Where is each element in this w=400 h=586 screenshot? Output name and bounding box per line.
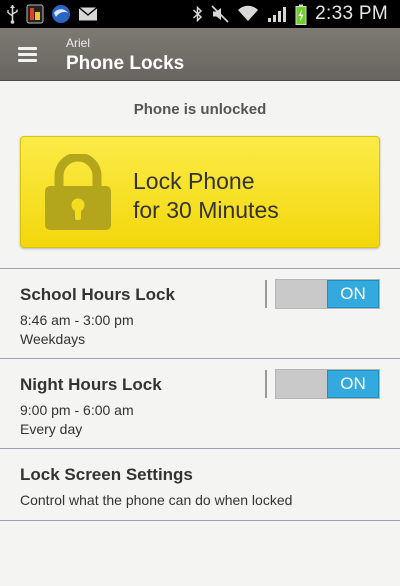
main-content: Phone is unlocked Lock Phone for 30 Minu… [0, 81, 400, 586]
divider [0, 520, 400, 521]
browser-icon [52, 5, 70, 23]
night-hours-time: 9:00 pm - 6:00 am [20, 402, 134, 418]
email-icon [78, 6, 98, 21]
header-subtitle: Ariel [66, 36, 91, 50]
lock-phone-button[interactable]: Lock Phone for 30 Minutes [20, 136, 380, 248]
status-bar: 2:33 PM [0, 0, 400, 28]
wifi-icon [238, 5, 259, 21]
battery-charging-icon [295, 4, 307, 25]
school-hours-days: Weekdays [20, 331, 86, 347]
toggle-separator [265, 370, 267, 398]
school-hours-time: 8:46 am - 3:00 pm [20, 312, 134, 328]
night-hours-toggle[interactable]: ON [265, 369, 380, 399]
mute-icon [211, 5, 229, 23]
lock-screen-settings-row[interactable]: Lock Screen Settings Control what the ph… [0, 449, 400, 520]
toggle-on-label: ON [327, 280, 379, 308]
menu-button[interactable] [0, 28, 54, 81]
status-bar-left [6, 3, 98, 25]
night-hours-days: Every day [20, 421, 83, 437]
school-hours-lock-row[interactable]: School Hours Lock 8:46 am - 3:00 pm Week… [0, 269, 400, 358]
hamburger-menu-icon [17, 47, 37, 62]
lock-screen-settings-title: Lock Screen Settings [20, 465, 193, 484]
night-hours-lock-title: Night Hours Lock [20, 375, 162, 394]
lock-button-label: Lock Phone for 30 Minutes [133, 167, 279, 225]
lock-button-line2: for 30 Minutes [133, 197, 279, 223]
toggle-separator [265, 280, 267, 308]
school-hours-toggle[interactable]: ON [265, 279, 380, 309]
status-bar-right: 2:33 PM [192, 2, 388, 26]
school-hours-lock-title: School Hours Lock [20, 285, 175, 304]
lock-status-text: Phone is unlocked [133, 101, 267, 118]
signal-icon [268, 7, 287, 22]
app-notification-icon [26, 4, 44, 24]
toggle-track: ON [275, 279, 380, 309]
page-title: Phone Locks [66, 53, 185, 74]
lock-screen-settings-description: Control what the phone can do when locke… [20, 492, 293, 508]
status-time: 2:33 PM [315, 3, 388, 24]
padlock-icon [45, 154, 111, 230]
toggle-track: ON [275, 369, 380, 399]
usb-icon [7, 5, 18, 24]
lock-button-line1: Lock Phone [133, 168, 255, 194]
toggle-on-label: ON [327, 370, 379, 398]
bluetooth-icon [193, 5, 203, 23]
night-hours-lock-row[interactable]: Night Hours Lock 9:00 pm - 6:00 am Every… [0, 359, 400, 448]
app-header: Ariel Phone Locks [0, 28, 400, 81]
